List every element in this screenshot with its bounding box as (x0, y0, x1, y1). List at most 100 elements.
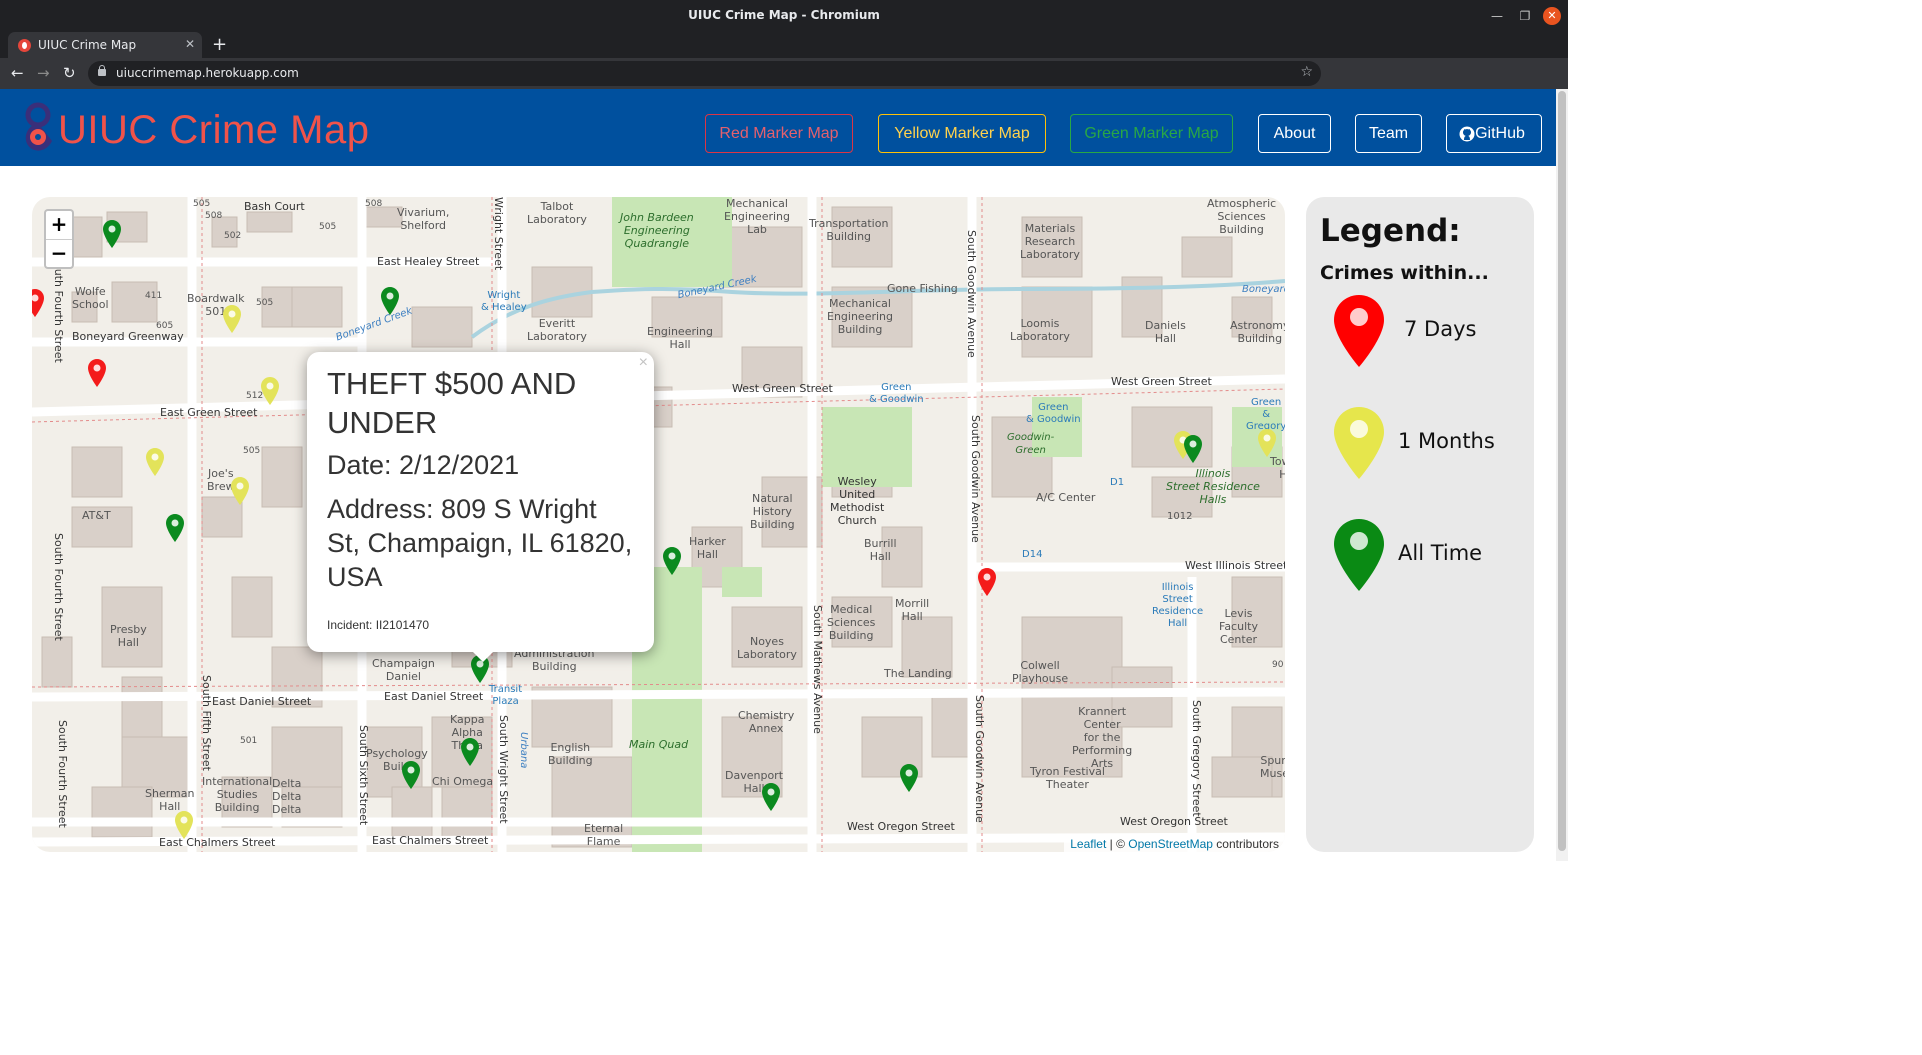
map-marker-green[interactable] (402, 761, 420, 789)
bookmark-star-icon[interactable]: ☆ (1300, 64, 1313, 80)
map-label: Medical Sciences Building (827, 603, 876, 642)
popup-close-icon[interactable]: × (639, 354, 648, 372)
reload-icon[interactable]: ↻ (63, 64, 76, 82)
map-label: The Landing (884, 667, 952, 680)
map-marker-green[interactable] (166, 514, 184, 542)
map-label: Illinois Street Residence Hall (1152, 582, 1204, 629)
map-label: Talbot Laboratory (527, 200, 587, 226)
red-marker-map-button[interactable]: Red Marker Map (705, 114, 853, 153)
map-label: D14 (1022, 549, 1043, 560)
new-tab-icon[interactable]: + (212, 34, 227, 55)
map-marker-red[interactable] (88, 359, 106, 387)
map-label: 501 (240, 736, 258, 746)
map-marker-green[interactable] (663, 547, 681, 575)
street-label: South Fourth Street (56, 720, 69, 828)
github-label: GitHub (1475, 125, 1525, 142)
lock-icon (98, 65, 106, 76)
street-label: Bash Court (244, 200, 305, 213)
map-label: Harker Hall (689, 535, 726, 561)
map-label: Engineering Hall (647, 325, 713, 351)
map-label: 1012 (1167, 511, 1193, 522)
zoom-out-icon[interactable]: − (46, 239, 72, 267)
legend-panel: Legend: Crimes within... 7 Days 1 Months… (1306, 197, 1534, 852)
map-marker-green[interactable] (762, 783, 780, 811)
map-label: Eternal Flame (584, 822, 624, 848)
map-label: D1 (1110, 477, 1125, 488)
about-button[interactable]: About (1258, 114, 1331, 153)
map-label: Presby Hall (110, 623, 147, 649)
popup-date: Date: 2/12/2021 (327, 450, 520, 480)
street-label: East Daniel Street (384, 690, 484, 703)
map-label: Morrill Hall (895, 597, 930, 623)
green-marker-icon (1334, 519, 1384, 591)
street-label: East Green Street (160, 406, 258, 419)
street-label: South Sixth Street (357, 725, 370, 826)
window-title: UIUC Crime Map - Chromium (688, 8, 880, 22)
browser-tab[interactable]: UIUC Crime Map ✕ (8, 32, 202, 58)
map-label: Loomis Laboratory (1010, 317, 1070, 343)
street-label: South Fifth Street (200, 675, 213, 771)
map-label: Champaign Daniel (372, 657, 435, 683)
map-marker-yellow[interactable] (175, 811, 193, 839)
map-marker-green[interactable] (900, 764, 918, 792)
address-bar[interactable]: uiuccrimemap.herokuapp.com ☆ (88, 61, 1321, 86)
map-label: 505 (243, 446, 261, 456)
red-marker-icon (1334, 295, 1384, 367)
street-label: West Illinois Street (1185, 559, 1285, 572)
github-icon (1459, 126, 1475, 142)
minimize-icon[interactable]: — (1488, 7, 1506, 25)
street-label: South Gregory Street (1190, 700, 1203, 817)
page-scrollbar[interactable] (1556, 89, 1568, 861)
street-label: South Goodwin Avenue (973, 695, 986, 823)
map-marker-green[interactable] (103, 220, 121, 248)
scrollbar-thumb[interactable] (1558, 91, 1566, 851)
map-label: Transportation Building (809, 217, 889, 243)
brand-title[interactable]: UIUC Crime Map (58, 108, 369, 153)
crime-map[interactable]: Bash Court East Healey Street Boneyard G… (32, 197, 1285, 852)
map-marker-green[interactable] (381, 287, 399, 315)
zoom-in-icon[interactable]: + (46, 211, 72, 239)
map-label: 505 (319, 222, 337, 232)
map-label: Chemistry Annex (738, 709, 795, 735)
back-icon[interactable]: ← (11, 64, 24, 82)
maximize-icon[interactable]: ❐ (1516, 7, 1534, 25)
map-marker-yellow[interactable] (231, 477, 249, 505)
map-marker-red[interactable] (978, 568, 996, 596)
map-marker-yellow[interactable] (146, 448, 164, 476)
green-marker-map-button[interactable]: Green Marker Map (1070, 114, 1233, 153)
street-label: South Goodwin Avenue (969, 415, 982, 543)
map-marker-yellow[interactable] (223, 305, 241, 333)
map-label: Mechanical Engineering Lab (724, 197, 790, 236)
map-label: Green & Goodwin (869, 382, 924, 405)
map-label: Natural History Building (750, 492, 795, 531)
osm-link[interactable]: OpenStreetMap (1128, 837, 1213, 851)
popup-tip (471, 650, 495, 662)
tab-strip: UIUC Crime Map ✕ + (0, 32, 1568, 58)
map-label: Everitt Laboratory (527, 317, 587, 343)
map-label: Tyron Festival Theater (1030, 765, 1105, 791)
map-marker-green[interactable] (461, 738, 479, 766)
map-marker-yellow[interactable] (261, 377, 279, 405)
street-label: East Healey Street (377, 255, 480, 268)
yellow-marker-map-button[interactable]: Yellow Marker Map (878, 114, 1046, 153)
github-button[interactable]: GitHub (1446, 114, 1542, 153)
map-attribution: Leaflet | © OpenStreetMap contributors (1064, 836, 1285, 852)
tab-close-icon[interactable]: ✕ (185, 37, 195, 51)
map-label: Green & Gregory (1246, 397, 1285, 432)
url-text: uiuccrimemap.herokuapp.com (116, 66, 299, 80)
street-label: West Green Street (1111, 375, 1212, 388)
map-label: Main Quad (629, 738, 689, 751)
map-marker-red[interactable] (32, 289, 44, 317)
map-label: Chi Omega (432, 775, 494, 788)
close-window-icon[interactable]: ✕ (1543, 7, 1561, 25)
map-label: Goodwin- Green (1007, 432, 1055, 456)
brand-logo-icon (25, 102, 52, 151)
street-label: South Mathews Avenue (811, 605, 824, 734)
map-label: John Bardeen Engineering Quadrangle (620, 211, 694, 250)
team-button[interactable]: Team (1355, 114, 1422, 153)
leaflet-link[interactable]: Leaflet (1070, 837, 1106, 851)
map-marker-green[interactable] (1184, 435, 1202, 463)
forward-icon[interactable]: → (37, 64, 50, 82)
map-marker-yellow[interactable] (1258, 429, 1276, 457)
page: UIUC Crime Map Red Marker Map Yellow Mar… (0, 89, 1568, 861)
